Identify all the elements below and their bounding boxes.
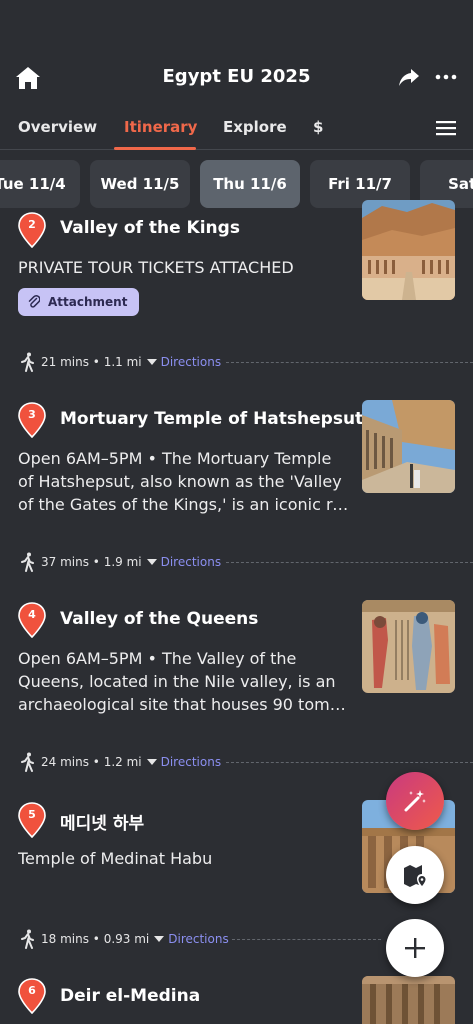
place-name: Deir el-Medina xyxy=(60,986,201,1006)
pin-number: 3 xyxy=(28,408,36,421)
place-description: Open 6AM–5PM • The Valley of the Queens,… xyxy=(18,647,353,716)
place-name: Valley of the Kings xyxy=(60,218,240,238)
route-divider xyxy=(232,939,381,940)
caret-down-icon[interactable] xyxy=(146,559,157,565)
map-view-button[interactable] xyxy=(386,846,444,904)
route-segment: 21 mins • 1.1 mi Directions xyxy=(0,352,473,372)
route-segment: 24 mins • 1.2 mi Directions xyxy=(0,752,473,772)
place-card[interactable]: 4 Valley of the Queens Open 6AM–5PM • Th… xyxy=(0,600,473,714)
share-icon[interactable] xyxy=(398,66,420,88)
place-card[interactable]: 2 Valley of the Kings PRIVATE TOUR TICKE… xyxy=(0,200,473,330)
route-divider xyxy=(226,362,473,363)
caret-down-icon[interactable] xyxy=(146,759,157,765)
route-segment: 37 mins • 1.9 mi Directions xyxy=(0,552,473,572)
walking-icon xyxy=(21,352,34,372)
route-distance: 0.93 mi xyxy=(103,932,150,946)
route-divider xyxy=(226,562,473,563)
desc-line: Queens, located in the Nile valley, is a… xyxy=(18,672,336,691)
tab-bar: Overview Itinerary Explore $ xyxy=(0,108,473,150)
route-time: 24 mins xyxy=(41,755,89,769)
route-time: 18 mins xyxy=(41,932,89,946)
route-distance: 1.9 mi xyxy=(103,555,142,569)
pin-number: 5 xyxy=(28,808,36,821)
map-pin-icon: 3 xyxy=(18,402,46,439)
day-chip[interactable]: Wed 11/5 xyxy=(90,160,190,208)
active-tab-indicator xyxy=(114,147,196,150)
place-description: Temple of Medinat Habu xyxy=(18,847,353,870)
directions-link[interactable]: Directions xyxy=(168,932,228,946)
directions-link[interactable]: Directions xyxy=(161,555,221,569)
place-description: Open 6AM–5PM • The Mortuary Temple of Ha… xyxy=(18,447,353,516)
place-photo[interactable] xyxy=(362,600,455,693)
place-photo[interactable] xyxy=(362,200,455,300)
place-card[interactable]: 6 Deir el-Medina xyxy=(0,976,473,1024)
desc-line: Open 6AM–5PM • The Mortuary Temple xyxy=(18,449,332,468)
map-pin-icon: 6 xyxy=(18,978,46,1015)
tab-overview[interactable]: Overview xyxy=(18,118,97,136)
caret-down-icon[interactable] xyxy=(154,936,165,942)
directions-link[interactable]: Directions xyxy=(161,355,221,369)
directions-link[interactable]: Directions xyxy=(161,755,221,769)
place-photo[interactable] xyxy=(362,400,455,493)
day-chip[interactable]: Tue 11/4 xyxy=(0,160,80,208)
tab-budget[interactable]: $ xyxy=(313,118,323,136)
menu-icon[interactable] xyxy=(436,120,456,136)
attachment-button[interactable]: Attachment xyxy=(18,288,140,316)
place-name: Mortuary Temple of Hatshepsut xyxy=(60,409,364,429)
place-name: Valley of the Queens xyxy=(60,609,259,629)
map-pin-icon: 4 xyxy=(18,602,46,639)
day-chip-selected[interactable]: Thu 11/6 xyxy=(200,160,300,208)
pin-number: 4 xyxy=(28,608,36,621)
desc-line: of Hatshepsut, also known as the 'Valley xyxy=(18,472,342,491)
more-icon[interactable] xyxy=(434,68,458,86)
walking-icon xyxy=(21,552,34,572)
ai-assistant-button[interactable] xyxy=(386,772,444,830)
route-info: 37 mins • 1.9 mi Directions xyxy=(41,555,222,569)
top-bar: Egypt EU 2025 xyxy=(0,0,473,100)
map-icon xyxy=(404,865,426,887)
route-distance: 1.1 mi xyxy=(103,355,142,369)
route-time: 37 mins xyxy=(41,555,89,569)
route-info: 24 mins • 1.2 mi Directions xyxy=(41,755,222,769)
place-photo[interactable] xyxy=(362,976,455,1024)
place-card[interactable]: 3 Mortuary Temple of Hatshepsut Open 6AM… xyxy=(0,400,473,514)
route-distance: 1.2 mi xyxy=(103,755,142,769)
paperclip-icon xyxy=(28,295,40,308)
route-time: 21 mins xyxy=(41,355,89,369)
attachment-label: Attachment xyxy=(48,295,128,309)
tab-explore[interactable]: Explore xyxy=(223,118,287,136)
route-info: 18 mins • 0.93 mi Directions xyxy=(41,932,229,946)
place-name: 메디넷 하부 xyxy=(60,814,145,834)
walking-icon xyxy=(21,752,34,772)
magic-wand-icon xyxy=(404,790,426,812)
pin-number: 2 xyxy=(28,218,36,231)
desc-line: Temple of Medinat Habu xyxy=(18,849,213,868)
caret-down-icon[interactable] xyxy=(146,359,157,365)
add-place-button[interactable] xyxy=(386,919,444,977)
place-note: PRIVATE TOUR TICKETS ATTACHED xyxy=(18,256,353,279)
route-info: 21 mins • 1.1 mi Directions xyxy=(41,355,222,369)
map-pin-icon: 5 xyxy=(18,802,46,839)
map-pin-icon: 2 xyxy=(18,212,46,249)
desc-line: Open 6AM–5PM • The Valley of the xyxy=(18,649,297,668)
place-note-text: PRIVATE TOUR TICKETS ATTACHED xyxy=(18,258,294,277)
desc-line: of the Gates of the Kings,' is an iconic… xyxy=(18,495,353,514)
route-divider xyxy=(226,762,473,763)
tab-itinerary[interactable]: Itinerary xyxy=(124,118,197,136)
plus-icon xyxy=(405,938,425,958)
pin-number: 6 xyxy=(28,984,36,997)
desc-line: archaeological site that houses 90 tombs… xyxy=(18,695,353,714)
walking-icon xyxy=(21,929,34,949)
